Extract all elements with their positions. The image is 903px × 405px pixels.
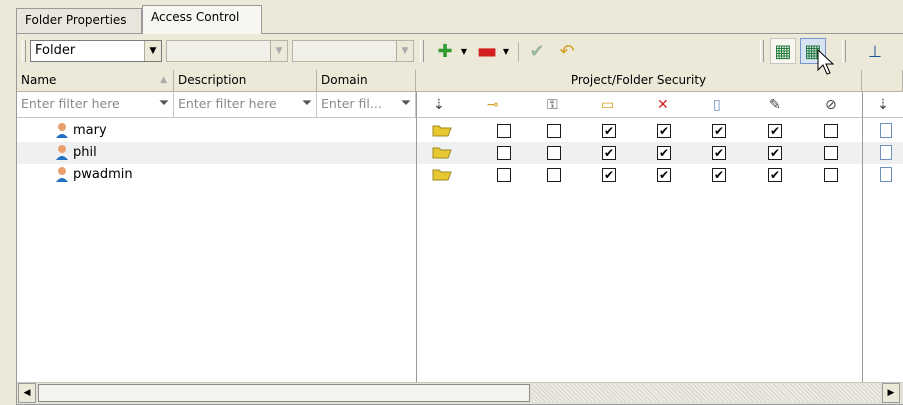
permission-checkbox[interactable]: ✔	[602, 146, 616, 160]
permission-checkbox[interactable]	[497, 146, 511, 160]
checkmark-icon[interactable]: ✔	[524, 38, 550, 64]
scrollbar-thumb[interactable]	[38, 384, 530, 402]
toolbar-separator	[518, 42, 519, 62]
chevron-down-icon[interactable]: ▼	[144, 41, 161, 61]
permission-checkbox[interactable]: ✔	[768, 124, 782, 138]
sort-ascending-icon: ▲	[160, 75, 167, 85]
remove-dropdown-icon[interactable]: ▼	[500, 38, 512, 64]
description-filter-input[interactable]: Enter filter here ⏷	[174, 92, 317, 118]
domain-filter-placeholder: Enter fil...	[321, 96, 382, 111]
permission-icon: ⚿	[547, 96, 558, 113]
column-header-name-label: Name	[21, 73, 57, 87]
permission-checkbox[interactable]	[824, 146, 838, 160]
minus-icon[interactable]: ▬	[474, 38, 500, 64]
permission-checkbox[interactable]: ✔	[768, 146, 782, 160]
user-name: pwadmin	[73, 167, 133, 182]
mouse-cursor-icon	[817, 48, 835, 75]
inherit-icon: ⇣	[433, 96, 445, 113]
name-filter-input[interactable]: Enter filter here ⏷	[17, 92, 174, 118]
column-group-label: Project/Folder Security	[570, 73, 707, 87]
plus-icon[interactable]: ✚	[432, 38, 458, 64]
filter-icon[interactable]: ⏷	[399, 96, 413, 112]
chevron-down-icon[interactable]: ▼	[396, 41, 413, 61]
scroll-left-button[interactable]: ◀	[18, 383, 36, 403]
domain-filter-input[interactable]: Enter fil... ⏷	[317, 92, 416, 118]
permission-checkbox[interactable]: ✔	[657, 146, 671, 160]
filter-combo-3[interactable]: ▼	[292, 40, 414, 62]
permission-checkbox[interactable]	[547, 168, 561, 182]
description-filter-placeholder: Enter filter here	[178, 96, 277, 111]
user-name: mary	[73, 123, 107, 138]
filter-icon[interactable]: ⏷	[300, 96, 314, 112]
toolbar-grip[interactable]	[842, 40, 846, 62]
grid-divider	[416, 118, 417, 382]
name-filter-placeholder: Enter filter here	[21, 96, 120, 111]
tab-folder-properties[interactable]: Folder Properties	[16, 8, 142, 33]
permission-checkbox[interactable]	[824, 124, 838, 138]
toolbar-grip[interactable]	[760, 40, 764, 62]
permission-checkbox[interactable]: ✔	[602, 168, 616, 182]
excel-export-icon[interactable]: ▦	[770, 38, 796, 64]
scroll-right-button[interactable]: ▶	[882, 383, 900, 403]
pin-icon[interactable]: ⊥	[862, 38, 888, 64]
add-dropdown-icon[interactable]: ▼	[458, 38, 470, 64]
permission-checkbox[interactable]: ✔	[712, 168, 726, 182]
chevron-down-icon[interactable]: ▼	[270, 41, 287, 61]
permission-checkbox[interactable]	[497, 124, 511, 138]
column-header-description-label: Description	[178, 73, 247, 87]
column-header-domain[interactable]: Domain	[317, 70, 416, 92]
permission-checkbox[interactable]: ✔	[657, 124, 671, 138]
permission-checkbox[interactable]	[547, 124, 561, 138]
column-group-project-folder-security: Project/Folder Security	[416, 70, 862, 92]
undo-icon[interactable]: ↶	[554, 38, 580, 64]
permission-checkbox[interactable]: ✔	[768, 168, 782, 182]
permission-checkbox[interactable]: ✔	[712, 124, 726, 138]
column-header-name[interactable]: Name ▲	[17, 70, 174, 92]
object-type-combo[interactable]: Folder ▼	[30, 40, 162, 62]
security-icon-header: ⇣ ⊸ ⚿ ▭ ✕ ▯ ✎ ⊘	[416, 92, 862, 118]
permission-checkbox[interactable]	[547, 146, 561, 160]
user-avatar-icon	[55, 122, 69, 141]
column-header-description[interactable]: Description	[174, 70, 317, 92]
file-inherit-icon: ⇣	[862, 92, 903, 118]
toolbar-grip[interactable]	[22, 40, 26, 62]
write-icon: ✎	[769, 96, 781, 113]
permission-checkbox[interactable]	[497, 168, 511, 182]
object-type-value: Folder	[35, 43, 76, 58]
filter-icon[interactable]: ⏷	[157, 96, 171, 112]
permission-checkbox[interactable]	[824, 168, 838, 182]
permission-checkbox[interactable]: ✔	[602, 124, 616, 138]
create-folder-icon: ▭	[601, 96, 615, 113]
delete-icon: ✕	[657, 96, 669, 113]
permission-checkbox[interactable]: ✔	[712, 146, 726, 160]
column-header-extra	[862, 70, 903, 92]
user-avatar-icon	[55, 144, 69, 163]
toolbar-grip[interactable]	[420, 40, 424, 62]
key-icon: ⊸	[487, 96, 499, 113]
user-name: phil	[73, 145, 97, 160]
grid-divider	[862, 118, 863, 382]
no-access-icon: ⊘	[825, 96, 837, 113]
scrollbar-track[interactable]	[532, 384, 880, 402]
tab-access-control[interactable]: Access Control	[142, 5, 262, 34]
column-header-domain-label: Domain	[321, 73, 368, 87]
filter-combo-2[interactable]: ▼	[166, 40, 288, 62]
permission-checkbox[interactable]: ✔	[657, 168, 671, 182]
read-icon: ▯	[713, 96, 721, 113]
user-avatar-icon	[55, 166, 69, 185]
